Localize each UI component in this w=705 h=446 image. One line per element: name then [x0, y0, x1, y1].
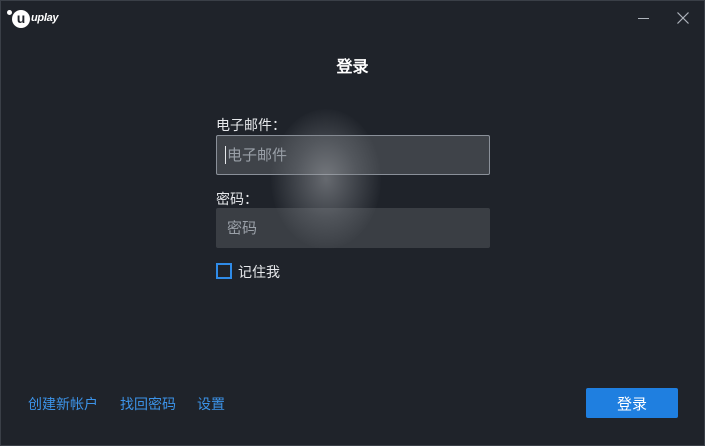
- logo-mark: u: [12, 10, 30, 28]
- uplay-logo: u uplay: [7, 9, 67, 31]
- password-field[interactable]: [216, 208, 490, 248]
- remember-me-label: 记住我: [238, 265, 280, 281]
- create-account-link[interactable]: 创建新帐户: [28, 394, 98, 414]
- close-icon: [677, 12, 689, 24]
- logo-dot: [7, 10, 12, 15]
- minimize-button[interactable]: [632, 7, 656, 29]
- close-button[interactable]: [671, 7, 695, 29]
- text-caret: [225, 146, 226, 164]
- email-label: 电子邮件：: [216, 118, 286, 134]
- checkbox-box[interactable]: [216, 263, 232, 279]
- password-label: 密码：: [216, 192, 258, 208]
- login-button[interactable]: 登录: [586, 388, 678, 418]
- title-bar[interactable]: u uplay: [1, 1, 704, 37]
- logo-text: uplay: [31, 12, 59, 24]
- page-title: 登录: [336, 57, 369, 76]
- minimize-icon: [638, 18, 649, 19]
- login-window: u uplay 登录 电子邮件： 密码： 记住我 创建新帐户 找回密码 设置 登…: [0, 0, 705, 446]
- recover-password-link[interactable]: 找回密码: [120, 394, 176, 414]
- email-field[interactable]: [216, 135, 490, 175]
- settings-link[interactable]: 设置: [197, 394, 225, 414]
